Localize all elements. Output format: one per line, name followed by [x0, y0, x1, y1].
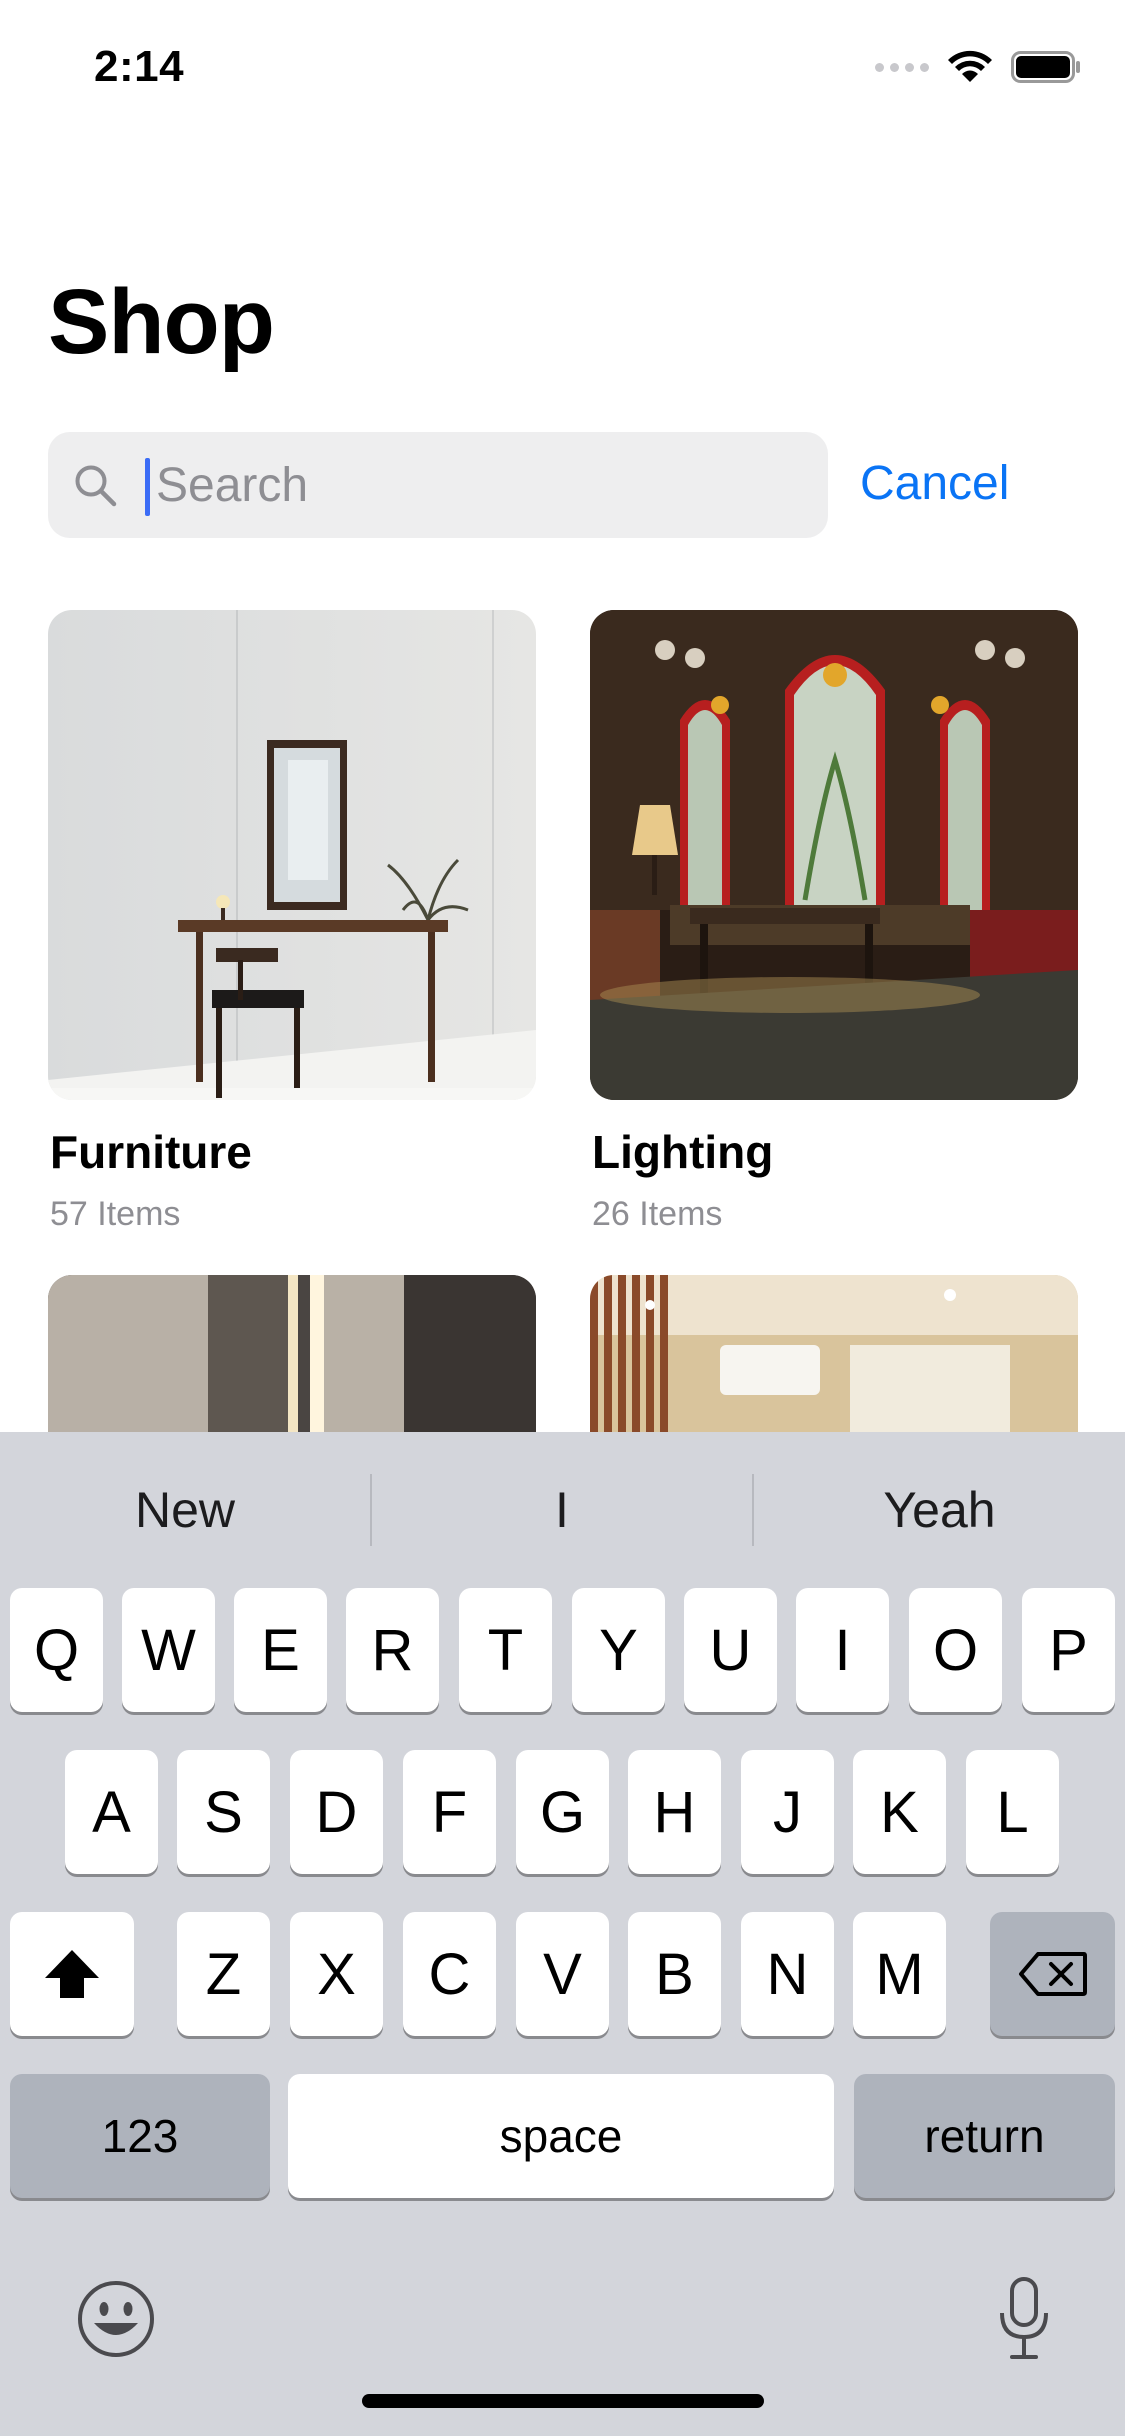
page-title: Shop — [48, 271, 275, 373]
category-count: 57 Items — [50, 1195, 181, 1233]
microphone-icon[interactable] — [998, 2277, 1050, 2361]
key-l[interactable]: L — [966, 1750, 1059, 1874]
key-i[interactable]: I — [796, 1588, 889, 1712]
suggestion-bar: New I Yeah — [0, 1432, 1125, 1588]
emoji-icon[interactable] — [76, 2279, 156, 2359]
key-w[interactable]: W — [122, 1588, 215, 1712]
key-e[interactable]: E — [234, 1588, 327, 1712]
key-n[interactable]: N — [741, 1912, 834, 2036]
key-o[interactable]: O — [909, 1588, 1002, 1712]
status-icons — [875, 50, 1081, 84]
key-p[interactable]: P — [1022, 1588, 1115, 1712]
category-title: Lighting — [592, 1126, 774, 1178]
key-v[interactable]: V — [516, 1912, 609, 2036]
category-card-lighting[interactable]: Lighting 26 Items — [590, 610, 1078, 1233]
search-input[interactable] — [144, 432, 816, 538]
key-a[interactable]: A — [65, 1750, 158, 1874]
key-s[interactable]: S — [177, 1750, 270, 1874]
key-g[interactable]: G — [516, 1750, 609, 1874]
key-k[interactable]: K — [853, 1750, 946, 1874]
suggestion-1[interactable]: New — [0, 1432, 370, 1588]
key-z[interactable]: Z — [177, 1912, 270, 2036]
cancel-button[interactable]: Cancel — [860, 448, 1009, 520]
shift-icon — [45, 1950, 99, 1998]
key-j[interactable]: J — [741, 1750, 834, 1874]
suggestion-2[interactable]: I — [372, 1432, 752, 1588]
status-time: 2:14 — [94, 42, 185, 91]
search-icon — [75, 465, 117, 507]
category-image-lighting[interactable] — [590, 610, 1078, 1100]
key-d[interactable]: D — [290, 1750, 383, 1874]
category-count: 26 Items — [592, 1195, 723, 1233]
key-f[interactable]: F — [403, 1750, 496, 1874]
key-h[interactable]: H — [628, 1750, 721, 1874]
return-key[interactable]: return — [854, 2074, 1115, 2198]
key-u[interactable]: U — [684, 1588, 777, 1712]
wifi-icon — [948, 50, 992, 82]
key-t[interactable]: T — [459, 1588, 552, 1712]
shift-key[interactable] — [10, 1912, 134, 2036]
battery-icon — [1011, 51, 1080, 83]
key-m[interactable]: M — [853, 1912, 946, 2036]
category-title: Furniture — [50, 1126, 252, 1178]
text-cursor — [145, 458, 150, 516]
category-card-furniture[interactable]: Furniture 57 Items — [48, 610, 536, 1233]
space-key[interactable]: space — [288, 2074, 834, 2198]
key-r[interactable]: R — [346, 1588, 439, 1712]
key-c[interactable]: C — [403, 1912, 496, 2036]
home-indicator[interactable] — [362, 2394, 764, 2408]
search-bar[interactable] — [48, 432, 828, 538]
key-b[interactable]: B — [628, 1912, 721, 2036]
suggestion-3[interactable]: Yeah — [754, 1432, 1125, 1588]
key-y[interactable]: Y — [572, 1588, 665, 1712]
numbers-key[interactable]: 123 — [10, 2074, 270, 2198]
keyboard: New I Yeah Q W E R T Y U I O P A S D F G… — [0, 1432, 1125, 2436]
category-image-furniture[interactable] — [48, 610, 536, 1100]
key-q[interactable]: Q — [10, 1588, 103, 1712]
cellular-signal-icon — [875, 62, 929, 72]
delete-key[interactable] — [990, 1912, 1115, 2036]
key-x[interactable]: X — [290, 1912, 383, 2036]
backspace-icon — [1018, 1952, 1087, 1996]
status-bar: 2:14 — [0, 0, 1125, 135]
